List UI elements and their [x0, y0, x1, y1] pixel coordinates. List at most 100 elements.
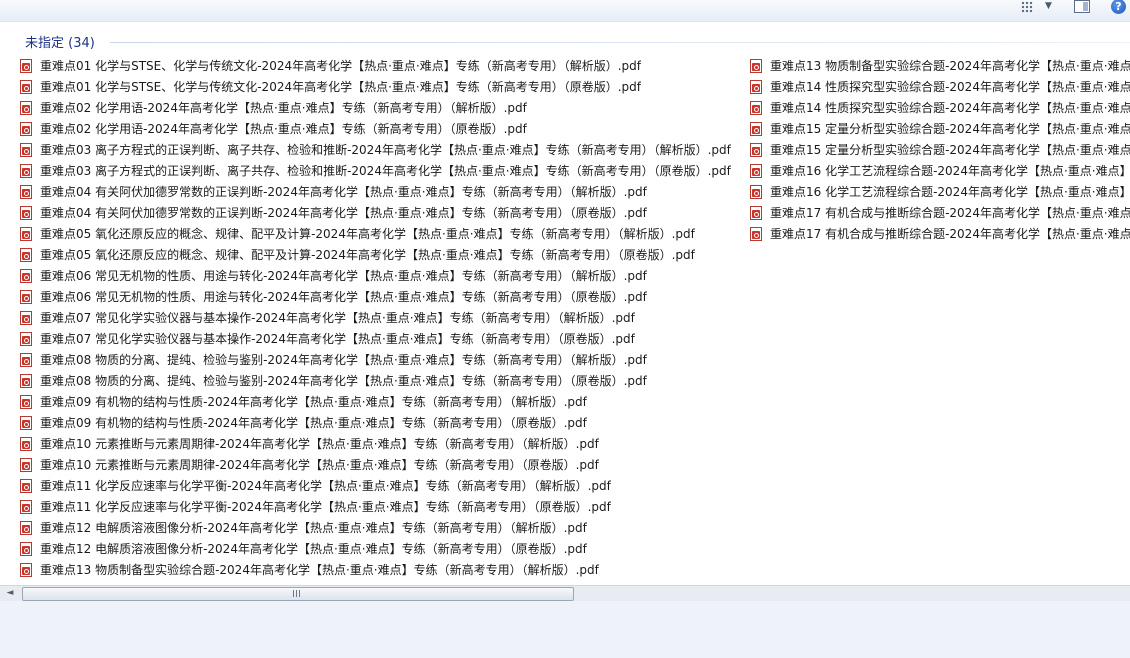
pdf-file-icon: [20, 79, 32, 94]
pdf-file-icon: [20, 121, 32, 136]
file-name: 重难点11 化学反应速率与化学平衡-2024年高考化学【热点·重点·难点】专练（…: [40, 500, 611, 514]
file-name: 重难点09 有机物的结构与性质-2024年高考化学【热点·重点·难点】专练（新高…: [40, 416, 587, 430]
file-item[interactable]: 重难点14 性质探究型实验综合题-2024年高考化学【热点·重点·难点】: [750, 97, 1130, 118]
pdf-file-icon: [20, 394, 32, 409]
details-pane: [0, 601, 1130, 658]
pdf-file-icon: [20, 562, 32, 577]
file-item[interactable]: 重难点13 物质制备型实验综合题-2024年高考化学【热点·重点·难点】专练（新…: [20, 559, 745, 580]
file-name: 重难点12 电解质溶液图像分析-2024年高考化学【热点·重点·难点】专练（新高…: [40, 521, 587, 535]
group-divider: [110, 42, 1130, 43]
file-item[interactable]: 重难点14 性质探究型实验综合题-2024年高考化学【热点·重点·难点】: [750, 76, 1130, 97]
pdf-file-icon: [750, 226, 762, 241]
file-item[interactable]: 重难点13 物质制备型实验综合题-2024年高考化学【热点·重点·难点】: [750, 55, 1130, 76]
file-item[interactable]: 重难点11 化学反应速率与化学平衡-2024年高考化学【热点·重点·难点】专练（…: [20, 475, 745, 496]
file-name: 重难点03 离子方程式的正误判断、离子共存、检验和推断-2024年高考化学【热点…: [40, 164, 731, 178]
file-name: 重难点12 电解质溶液图像分析-2024年高考化学【热点·重点·难点】专练（新高…: [40, 542, 587, 556]
pdf-file-icon: [20, 142, 32, 157]
file-name: 重难点10 元素推断与元素周期律-2024年高考化学【热点·重点·难点】专练（新…: [40, 458, 599, 472]
file-item[interactable]: 重难点04 有关阿伏加德罗常数的正误判断-2024年高考化学【热点·重点·难点】…: [20, 181, 745, 202]
file-item[interactable]: 重难点03 离子方程式的正误判断、离子共存、检验和推断-2024年高考化学【热点…: [20, 160, 745, 181]
file-name: 重难点14 性质探究型实验综合题-2024年高考化学【热点·重点·难点】: [770, 101, 1130, 115]
pdf-file-icon: [20, 205, 32, 220]
file-name: 重难点10 元素推断与元素周期律-2024年高考化学【热点·重点·难点】专练（新…: [40, 437, 599, 451]
file-name: 重难点05 氧化还原反应的概念、规律、配平及计算-2024年高考化学【热点·重点…: [40, 227, 695, 241]
pdf-file-icon: [20, 310, 32, 325]
file-name: 重难点17 有机合成与推断综合题-2024年高考化学【热点·重点·难点】: [770, 227, 1130, 241]
file-name: 重难点01 化学与STSE、化学与传统文化-2024年高考化学【热点·重点·难点…: [40, 59, 642, 73]
file-item[interactable]: 重难点03 离子方程式的正误判断、离子共存、检验和推断-2024年高考化学【热点…: [20, 139, 745, 160]
file-item[interactable]: 重难点05 氧化还原反应的概念、规律、配平及计算-2024年高考化学【热点·重点…: [20, 223, 745, 244]
file-name: 重难点16 化学工艺流程综合题-2024年高考化学【热点·重点·难点】专: [770, 185, 1130, 199]
file-name: 重难点02 化学用语-2024年高考化学【热点·重点·难点】专练（新高考专用）（…: [40, 101, 527, 115]
pdf-file-icon: [20, 184, 32, 199]
horizontal-scrollbar[interactable]: ◄: [0, 585, 1130, 601]
pdf-file-icon: [20, 247, 32, 262]
group-header[interactable]: 未指定 (34): [25, 32, 95, 51]
pdf-file-icon: [20, 58, 32, 73]
pdf-file-icon: [20, 289, 32, 304]
pdf-file-icon: [750, 163, 762, 178]
file-item[interactable]: 重难点07 常见化学实验仪器与基本操作-2024年高考化学【热点·重点·难点】专…: [20, 328, 745, 349]
file-item[interactable]: 重难点08 物质的分离、提纯、检验与鉴别-2024年高考化学【热点·重点·难点】…: [20, 370, 745, 391]
scroll-left-icon[interactable]: ◄: [0, 586, 20, 601]
file-item[interactable]: 重难点04 有关阿伏加德罗常数的正误判断-2024年高考化学【热点·重点·难点】…: [20, 202, 745, 223]
file-item[interactable]: 重难点09 有机物的结构与性质-2024年高考化学【热点·重点·难点】专练（新高…: [20, 391, 745, 412]
pdf-file-icon: [750, 184, 762, 199]
file-item[interactable]: 重难点02 化学用语-2024年高考化学【热点·重点·难点】专练（新高考专用）（…: [20, 97, 745, 118]
file-name: 重难点15 定量分析型实验综合题-2024年高考化学【热点·重点·难点】: [770, 143, 1130, 157]
file-item[interactable]: 重难点06 常见无机物的性质、用途与转化-2024年高考化学【热点·重点·难点】…: [20, 265, 745, 286]
pdf-file-icon: [20, 352, 32, 367]
file-item[interactable]: 重难点12 电解质溶液图像分析-2024年高考化学【热点·重点·难点】专练（新高…: [20, 517, 745, 538]
file-item[interactable]: 重难点01 化学与STSE、化学与传统文化-2024年高考化学【热点·重点·难点…: [20, 55, 745, 76]
file-item[interactable]: 重难点17 有机合成与推断综合题-2024年高考化学【热点·重点·难点】: [750, 202, 1130, 223]
help-icon[interactable]: ?: [1111, 0, 1126, 14]
file-item[interactable]: 重难点15 定量分析型实验综合题-2024年高考化学【热点·重点·难点】: [750, 118, 1130, 139]
view-options-icon[interactable]: [1020, 0, 1034, 16]
file-name: 重难点08 物质的分离、提纯、检验与鉴别-2024年高考化学【热点·重点·难点】…: [40, 374, 647, 388]
file-name: 重难点02 化学用语-2024年高考化学【热点·重点·难点】专练（新高考专用）（…: [40, 122, 527, 136]
scrollbar-thumb[interactable]: [22, 587, 574, 601]
file-item[interactable]: 重难点11 化学反应速率与化学平衡-2024年高考化学【热点·重点·难点】专练（…: [20, 496, 745, 517]
file-name: 重难点14 性质探究型实验综合题-2024年高考化学【热点·重点·难点】: [770, 80, 1130, 94]
command-bar: ▼ ?: [0, 0, 1130, 22]
file-item[interactable]: 重难点09 有机物的结构与性质-2024年高考化学【热点·重点·难点】专练（新高…: [20, 412, 745, 433]
pdf-file-icon: [20, 499, 32, 514]
file-item[interactable]: 重难点05 氧化还原反应的概念、规律、配平及计算-2024年高考化学【热点·重点…: [20, 244, 745, 265]
file-item[interactable]: 重难点12 电解质溶液图像分析-2024年高考化学【热点·重点·难点】专练（新高…: [20, 538, 745, 559]
file-item[interactable]: 重难点10 元素推断与元素周期律-2024年高考化学【热点·重点·难点】专练（新…: [20, 454, 745, 475]
file-name: 重难点04 有关阿伏加德罗常数的正误判断-2024年高考化学【热点·重点·难点】…: [40, 185, 647, 199]
file-name: 重难点03 离子方程式的正误判断、离子共存、检验和推断-2024年高考化学【热点…: [40, 143, 731, 157]
file-item[interactable]: 重难点02 化学用语-2024年高考化学【热点·重点·难点】专练（新高考专用）（…: [20, 118, 745, 139]
pdf-file-icon: [20, 520, 32, 535]
file-item[interactable]: 重难点10 元素推断与元素周期律-2024年高考化学【热点·重点·难点】专练（新…: [20, 433, 745, 454]
file-item[interactable]: 重难点15 定量分析型实验综合题-2024年高考化学【热点·重点·难点】: [750, 139, 1130, 160]
file-item[interactable]: 重难点06 常见无机物的性质、用途与转化-2024年高考化学【热点·重点·难点】…: [20, 286, 745, 307]
pdf-file-icon: [20, 415, 32, 430]
pdf-file-icon: [20, 541, 32, 556]
file-name: 重难点08 物质的分离、提纯、检验与鉴别-2024年高考化学【热点·重点·难点】…: [40, 353, 647, 367]
file-item[interactable]: 重难点07 常见化学实验仪器与基本操作-2024年高考化学【热点·重点·难点】专…: [20, 307, 745, 328]
file-item[interactable]: 重难点16 化学工艺流程综合题-2024年高考化学【热点·重点·难点】专: [750, 160, 1130, 181]
file-name: 重难点15 定量分析型实验综合题-2024年高考化学【热点·重点·难点】: [770, 122, 1130, 136]
file-name: 重难点17 有机合成与推断综合题-2024年高考化学【热点·重点·难点】: [770, 206, 1130, 220]
chevron-down-icon[interactable]: ▼: [1045, 0, 1055, 16]
file-name: 重难点11 化学反应速率与化学平衡-2024年高考化学【热点·重点·难点】专练（…: [40, 479, 611, 493]
pdf-file-icon: [20, 163, 32, 178]
file-name: 重难点09 有机物的结构与性质-2024年高考化学【热点·重点·难点】专练（新高…: [40, 395, 587, 409]
file-item[interactable]: 重难点17 有机合成与推断综合题-2024年高考化学【热点·重点·难点】: [750, 223, 1130, 244]
pdf-file-icon: [20, 100, 32, 115]
file-list-view[interactable]: 未指定 (34) 重难点01 化学与STSE、化学与传统文化-2024年高考化学…: [0, 22, 1130, 585]
file-name: 重难点06 常见无机物的性质、用途与转化-2024年高考化学【热点·重点·难点】…: [40, 290, 647, 304]
preview-pane-icon[interactable]: [1074, 0, 1090, 13]
file-name: 重难点06 常见无机物的性质、用途与转化-2024年高考化学【热点·重点·难点】…: [40, 269, 647, 283]
file-name: 重难点13 物质制备型实验综合题-2024年高考化学【热点·重点·难点】: [770, 59, 1130, 73]
file-item[interactable]: 重难点16 化学工艺流程综合题-2024年高考化学【热点·重点·难点】专: [750, 181, 1130, 202]
pdf-file-icon: [20, 457, 32, 472]
pdf-file-icon: [750, 142, 762, 157]
pdf-file-icon: [20, 478, 32, 493]
file-name: 重难点13 物质制备型实验综合题-2024年高考化学【热点·重点·难点】专练（新…: [40, 563, 599, 577]
file-item[interactable]: 重难点08 物质的分离、提纯、检验与鉴别-2024年高考化学【热点·重点·难点】…: [20, 349, 745, 370]
pdf-file-icon: [20, 226, 32, 241]
file-column-2: 重难点13 物质制备型实验综合题-2024年高考化学【热点·重点·难点】 重难点1…: [750, 55, 1130, 244]
file-item[interactable]: 重难点01 化学与STSE、化学与传统文化-2024年高考化学【热点·重点·难点…: [20, 76, 745, 97]
